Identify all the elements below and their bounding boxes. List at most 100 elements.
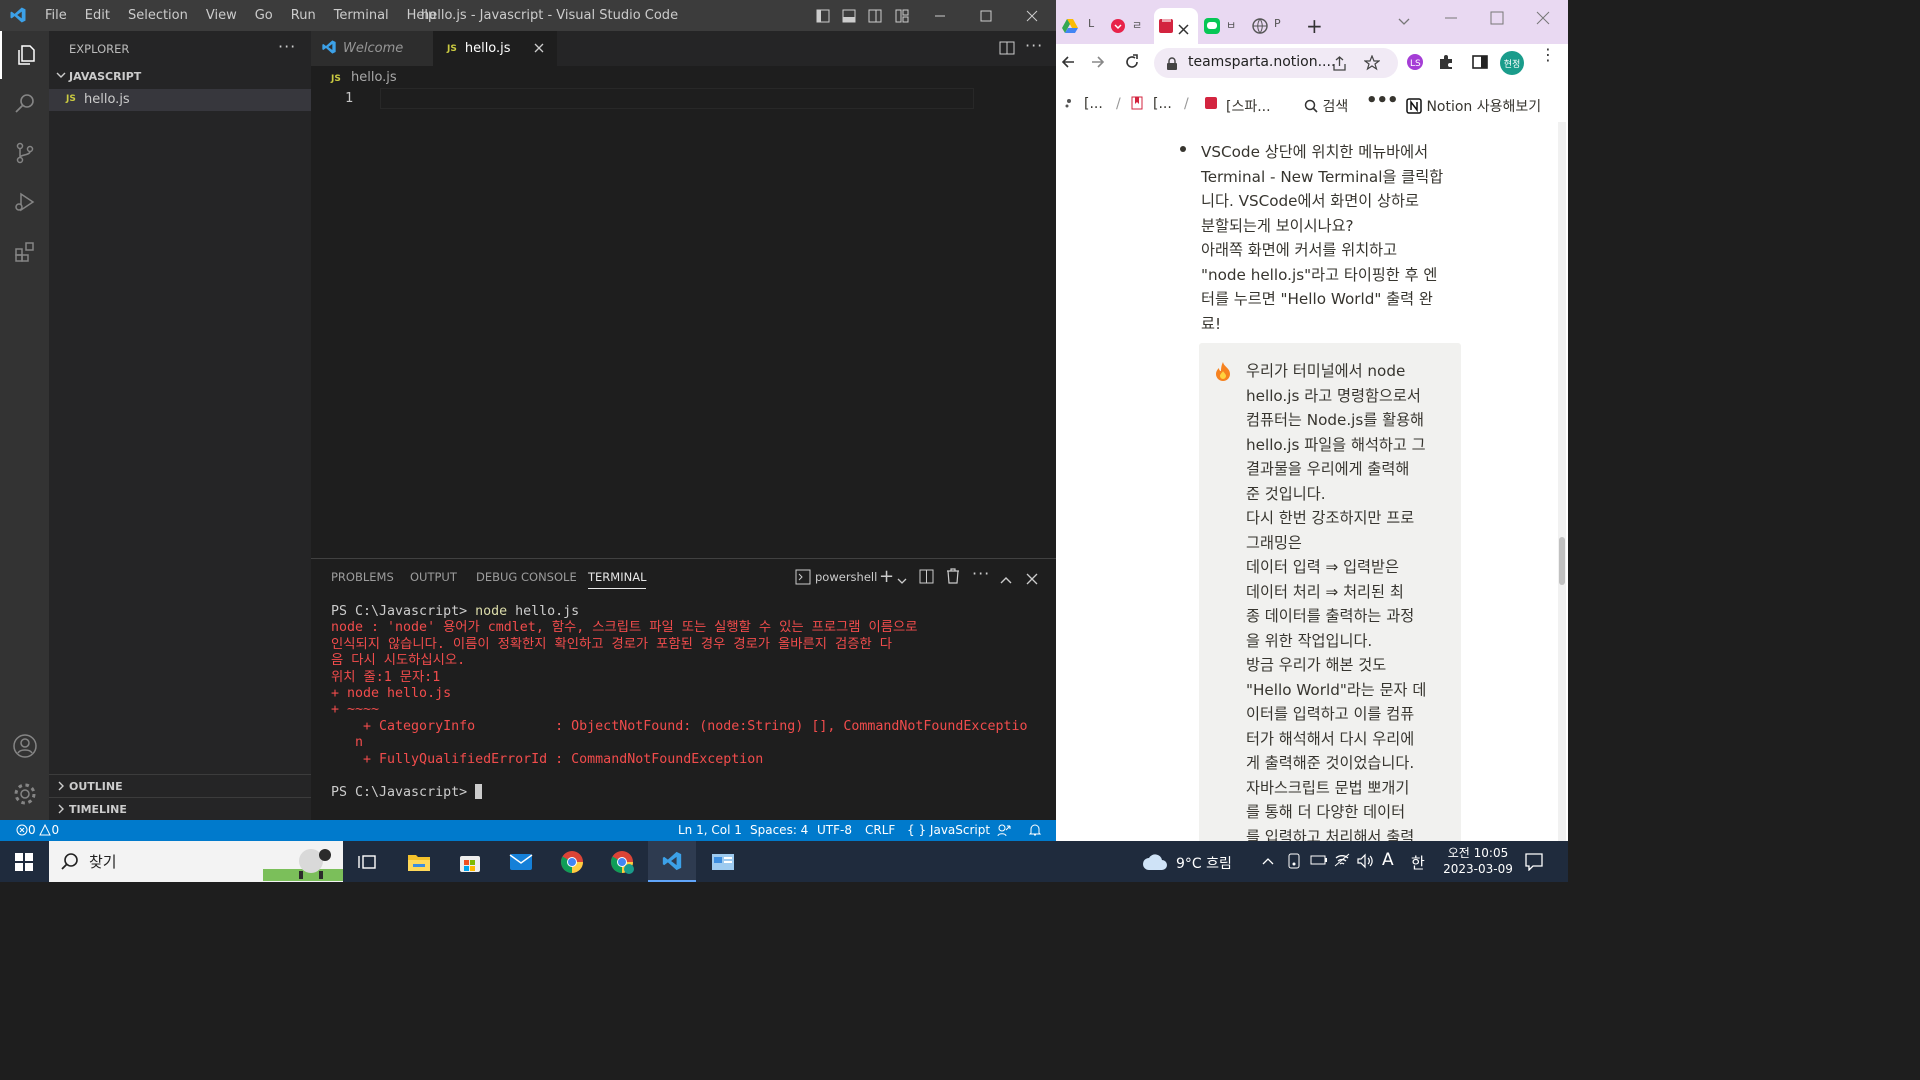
explorer-icon[interactable] [0,31,49,79]
encoding[interactable]: UTF-8 [817,823,852,837]
taskbar-search-box[interactable]: 찾기 [49,841,343,882]
new-terminal-icon[interactable]: + [879,566,894,587]
toggle-sidebar-icon[interactable] [812,0,834,31]
minimize-icon[interactable] [922,0,958,31]
settings-gear-icon[interactable] [0,770,49,818]
clock[interactable]: 오전 10:05 2023-03-09 [1442,845,1514,877]
toggle-panel-icon[interactable] [838,0,860,31]
volume-icon[interactable] [1356,853,1374,873]
panel-more-icon[interactable]: ··· [972,564,990,583]
side-panel-icon[interactable] [1472,54,1488,74]
problems-status[interactable]: 0 0 [16,823,59,837]
microsoft-store-icon[interactable] [446,841,494,882]
weather-cloud-icon[interactable] [1142,853,1168,875]
file-item-hello-js[interactable]: JS hello.js [49,89,311,111]
panel-tab-debug-console[interactable]: DEBUG CONSOLE [476,570,577,584]
source-control-icon[interactable] [0,129,49,177]
tab-welcome[interactable]: Welcome [311,31,433,66]
minimize-icon[interactable] [1444,10,1458,29]
run-debug-icon[interactable] [0,178,49,226]
chrome-tab[interactable]: ㅂ [1202,16,1246,38]
task-view-icon[interactable] [343,841,391,882]
terminal-shell-name[interactable]: powershell [815,570,877,584]
bookmark-star-icon[interactable] [1363,54,1381,75]
address-bar[interactable]: teamsparta.notion.... [1154,48,1398,78]
extensions-puzzle-icon[interactable] [1438,54,1454,74]
maximize-icon[interactable] [1490,10,1504,29]
split-editor-icon[interactable] [999,40,1015,60]
close-window-icon[interactable] [1536,10,1550,29]
page-scrollbar[interactable] [1558,122,1566,841]
terminal-output[interactable]: PS C:\Javascript> node hello.js node : 'n… [331,604,1027,802]
live-share-icon[interactable] [997,823,1011,840]
menu-view[interactable]: View [197,8,246,23]
editor-more-icon[interactable]: ··· [1025,36,1043,55]
extension-purple-icon[interactable]: LS [1406,53,1424,75]
wifi-icon[interactable] [1334,853,1350,871]
close-panel-icon[interactable] [1026,570,1038,589]
trash-icon[interactable] [946,568,960,588]
chrome-tab[interactable]: L [1060,16,1105,38]
mail-icon[interactable] [497,841,545,882]
scrollbar-thumb[interactable] [1559,537,1565,585]
chrome-profile-icon[interactable] [598,841,646,882]
menu-selection[interactable]: Selection [119,8,197,23]
toggle-secondary-sidebar-icon[interactable] [864,0,886,31]
accounts-icon[interactable] [0,722,49,770]
back-arrow-icon[interactable] [1060,54,1076,74]
split-terminal-icon[interactable] [919,569,934,588]
profile-avatar[interactable]: 현정 [1500,51,1524,75]
tab-search-chevron-icon[interactable] [1398,12,1410,31]
cursor-position[interactable]: Ln 1, Col 1 [678,823,742,837]
chrome-menu-icon[interactable]: ⋮ [1540,47,1556,63]
menu-terminal[interactable]: Terminal [325,8,398,23]
code-line[interactable] [380,88,974,109]
control-panel-icon[interactable] [699,841,747,882]
menu-edit[interactable]: Edit [76,8,119,23]
explorer-more-icon[interactable]: ··· [278,37,296,56]
breadcrumb[interactable]: JS hello.js [331,70,397,85]
share-icon[interactable] [1332,56,1347,75]
maximize-panel-icon[interactable] [1000,570,1012,589]
menu-go[interactable]: Go [246,8,282,23]
customize-layout-icon[interactable] [891,0,913,31]
ime-mode-indicator[interactable]: A [1382,850,1394,870]
chrome-tab[interactable]: P [1252,16,1296,38]
menu-file[interactable]: File [36,8,76,23]
close-tab-icon[interactable] [533,42,545,58]
more-options-icon[interactable]: ••• [1366,90,1399,111]
chrome-icon[interactable] [548,841,596,882]
reload-icon[interactable] [1124,54,1140,74]
close-window-icon[interactable] [1014,0,1050,31]
chrome-tab[interactable]: ㄹ [1108,16,1152,38]
indentation[interactable]: Spaces: 4 [750,823,808,837]
try-notion-link[interactable]: Notion 사용해보기 [1406,96,1541,116]
weather-text[interactable]: 9°C 흐림 [1176,853,1232,873]
folder-javascript[interactable]: JAVASCRIPT [49,67,311,87]
breadcrumb-item[interactable]: [... [1153,96,1172,112]
tray-device-icon[interactable] [1287,853,1301,873]
notifications-bell-icon[interactable] [1028,823,1042,840]
chrome-tab-active[interactable] [1154,8,1198,44]
panel-tab-problems[interactable]: PROBLEMS [331,570,394,584]
outline-section[interactable]: OUTLINE [49,774,311,797]
close-tab-icon[interactable] [1178,20,1189,39]
timeline-section[interactable]: TIMELINE [49,797,311,820]
chevron-down-icon[interactable] [897,571,907,590]
vscode-taskbar-icon[interactable] [648,841,696,882]
tab-hello-js[interactable]: JS hello.js [433,31,557,66]
show-hidden-icons-chevron-icon[interactable] [1262,855,1274,870]
windows-start-icon[interactable] [0,841,48,882]
search-icon[interactable] [0,79,49,127]
file-explorer-icon[interactable] [395,841,443,882]
panel-tab-output[interactable]: OUTPUT [410,570,457,584]
new-tab-icon[interactable]: + [1306,14,1323,38]
language-mode[interactable]: { } JavaScript [907,823,990,837]
extensions-icon[interactable] [0,228,49,276]
language-indicator[interactable]: 한 [1411,852,1425,873]
breadcrumb-item[interactable]: [... [1084,96,1103,112]
menu-run[interactable]: Run [282,8,325,23]
line-ending[interactable]: CRLF [865,823,895,837]
forward-arrow-icon[interactable] [1090,54,1106,74]
maximize-icon[interactable] [968,0,1004,31]
